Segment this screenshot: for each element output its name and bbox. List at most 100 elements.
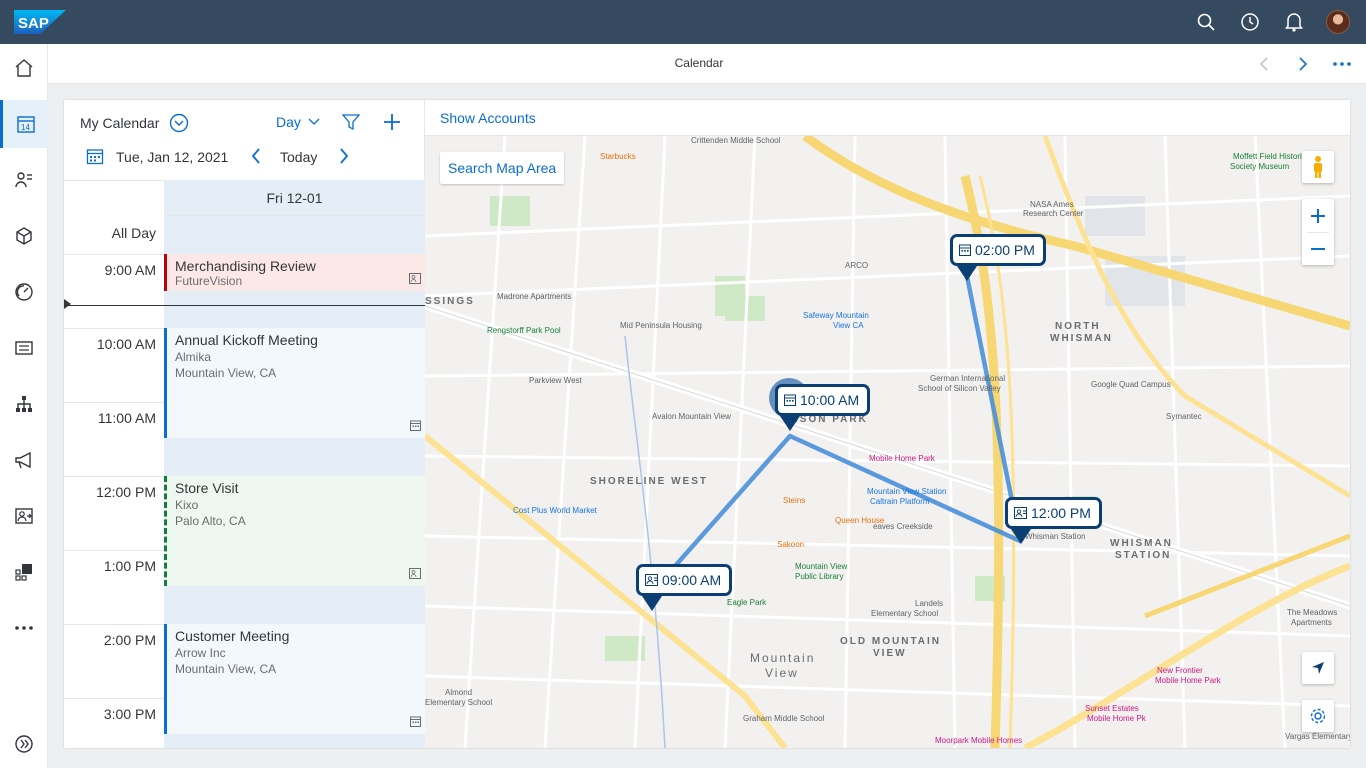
- street-view-icon[interactable]: [1302, 151, 1334, 183]
- time-label: 12:00 PM: [96, 484, 156, 500]
- area-label: SHORELINE WEST: [590, 476, 709, 487]
- analytics-icon[interactable]: [0, 548, 48, 596]
- sap-logo[interactable]: SAP: [14, 10, 66, 34]
- map-canvas[interactable]: SHORELINE WEST OLD MOUNTAIN VIEW NORTH W…: [425, 136, 1350, 748]
- time-label: 9:00 AM: [104, 262, 156, 278]
- expand-icon[interactable]: [0, 720, 48, 768]
- shell-bar: SAP: [0, 0, 1366, 44]
- event-merchandising-review[interactable]: Merchandising Review FutureVision: [164, 254, 425, 291]
- place-label: Landels: [915, 599, 944, 608]
- place-label: Madrone Apartments: [497, 292, 572, 301]
- place-label: School of Silicon Valley: [918, 384, 1001, 393]
- place-label: Whisman Station: [1025, 532, 1086, 541]
- place-label: Parkview West: [529, 376, 582, 385]
- overflow-icon[interactable]: [1330, 52, 1354, 76]
- place-label: Research Center: [1023, 209, 1084, 218]
- history-icon[interactable]: [1238, 10, 1262, 34]
- search-map-area-button[interactable]: Search Map Area: [440, 152, 565, 184]
- place-label: Moffett Field Historical: [1233, 152, 1312, 161]
- map-pin-1200pm[interactable]: 12:00 PM: [1005, 497, 1102, 544]
- place-label: Google Quad Campus: [1091, 380, 1171, 389]
- place-label: Apartments: [1291, 618, 1332, 627]
- map-pin-0900am[interactable]: 09:00 AM: [636, 564, 733, 611]
- place-label: Rengstorff Park Pool: [487, 326, 561, 335]
- visits-icon[interactable]: [0, 492, 48, 540]
- area-label: WHISMAN: [1050, 333, 1113, 344]
- place-label: Crittenden Middle School: [691, 136, 781, 145]
- calendar-dropdown-icon[interactable]: [169, 112, 189, 134]
- appointment-icon: [410, 418, 421, 434]
- current-time-marker: [64, 299, 71, 309]
- place-label: Vargas Elementary: [1285, 732, 1350, 741]
- map-pane: Show Accounts SHORELINE WEST OLD MOUNTAI…: [425, 100, 1350, 748]
- all-day-cell[interactable]: [164, 216, 425, 254]
- place-label: Elementary School: [425, 698, 493, 707]
- place-label: New Frontier: [1157, 666, 1203, 675]
- event-title: Store Visit: [175, 480, 239, 496]
- place-label: Starbucks: [600, 152, 636, 161]
- time-label: 11:00 AM: [97, 410, 156, 426]
- event-customer-meeting[interactable]: Customer Meeting Arrow Inc Mountain View…: [164, 624, 425, 734]
- event-account: Almika: [175, 350, 212, 364]
- page-header: Calendar: [48, 44, 1366, 84]
- place-label: The Meadows: [1287, 608, 1338, 617]
- list-icon[interactable]: [0, 324, 48, 372]
- area-label: OLD MOUNTAIN: [840, 636, 942, 647]
- view-select[interactable]: Day: [276, 114, 301, 130]
- hierarchy-icon[interactable]: [0, 380, 48, 428]
- pin-time: 02:00 PM: [975, 242, 1035, 258]
- settings-icon[interactable]: [1302, 700, 1334, 732]
- event-account: FutureVision: [175, 274, 243, 288]
- zoom-control: [1302, 199, 1334, 265]
- map-pin-0200pm[interactable]: 02:00 PM: [950, 234, 1046, 281]
- user-avatar[interactable]: [1326, 10, 1350, 34]
- more-icon[interactable]: [0, 604, 48, 652]
- appointment-icon: [410, 714, 421, 730]
- zoom-out-icon[interactable]: [1307, 232, 1329, 265]
- show-accounts-link[interactable]: Show Accounts: [440, 110, 536, 126]
- time-label: 10:00 AM: [96, 336, 156, 352]
- event-annual-kickoff[interactable]: Annual Kickoff Meeting Almika Mountain V…: [164, 328, 425, 438]
- visit-icon: [1014, 507, 1027, 519]
- place-label: Graham Middle School: [743, 714, 825, 723]
- filter-icon[interactable]: [342, 112, 360, 132]
- dashboard-icon[interactable]: [0, 268, 48, 316]
- zoom-in-icon[interactable]: [1311, 199, 1325, 232]
- search-icon[interactable]: [1194, 10, 1218, 34]
- place-label: Caltrain Platform: [870, 497, 930, 506]
- products-icon[interactable]: [0, 212, 48, 260]
- back-icon[interactable]: [1252, 52, 1276, 76]
- home-icon[interactable]: [0, 44, 48, 92]
- forward-icon[interactable]: [1291, 52, 1315, 76]
- locate-icon[interactable]: [1302, 652, 1334, 684]
- chevron-down-icon[interactable]: [308, 116, 320, 128]
- today-button[interactable]: Today: [280, 149, 317, 165]
- place-label: ARCO: [845, 261, 869, 270]
- place-label: eaves Creekside: [873, 522, 933, 531]
- place-label: Symantec: [1166, 412, 1202, 421]
- map-pin-1000am[interactable]: 10:00 AM: [769, 378, 871, 431]
- contacts-icon[interactable]: [0, 156, 48, 204]
- megaphone-icon[interactable]: [0, 436, 48, 484]
- place-label: View CA: [833, 321, 864, 330]
- view-label: Day: [276, 114, 301, 130]
- place-label: NASA Ames: [1030, 200, 1074, 209]
- calendar-map-card: My Calendar Day Tue, Jan 12, 2021 Today …: [64, 100, 1350, 748]
- next-day-icon[interactable]: [336, 147, 352, 165]
- event-title: Customer Meeting: [175, 628, 290, 644]
- add-icon[interactable]: [382, 112, 402, 132]
- current-date: Tue, Jan 12, 2021: [116, 149, 229, 165]
- place-label: Eagle Park: [727, 598, 767, 607]
- previous-day-icon[interactable]: [248, 147, 264, 165]
- day-grid: Fri 12-01 All Day 9:00 AM 10:00 AM 11:00…: [64, 180, 425, 748]
- calendar-day-number: 14: [21, 123, 30, 132]
- event-store-visit[interactable]: Store Visit Kixo Palo Alto, CA: [164, 476, 425, 586]
- area-label: Mountain: [750, 651, 816, 665]
- place-label: Sunset Estates: [1085, 704, 1139, 713]
- calendar-icon[interactable]: 14: [0, 100, 48, 148]
- bell-icon[interactable]: [1282, 10, 1306, 34]
- date-picker-icon[interactable]: [86, 147, 104, 165]
- place-label: Elementary School: [871, 609, 939, 618]
- event-location: Palo Alto, CA: [175, 514, 246, 528]
- place-label: Almond: [445, 688, 473, 697]
